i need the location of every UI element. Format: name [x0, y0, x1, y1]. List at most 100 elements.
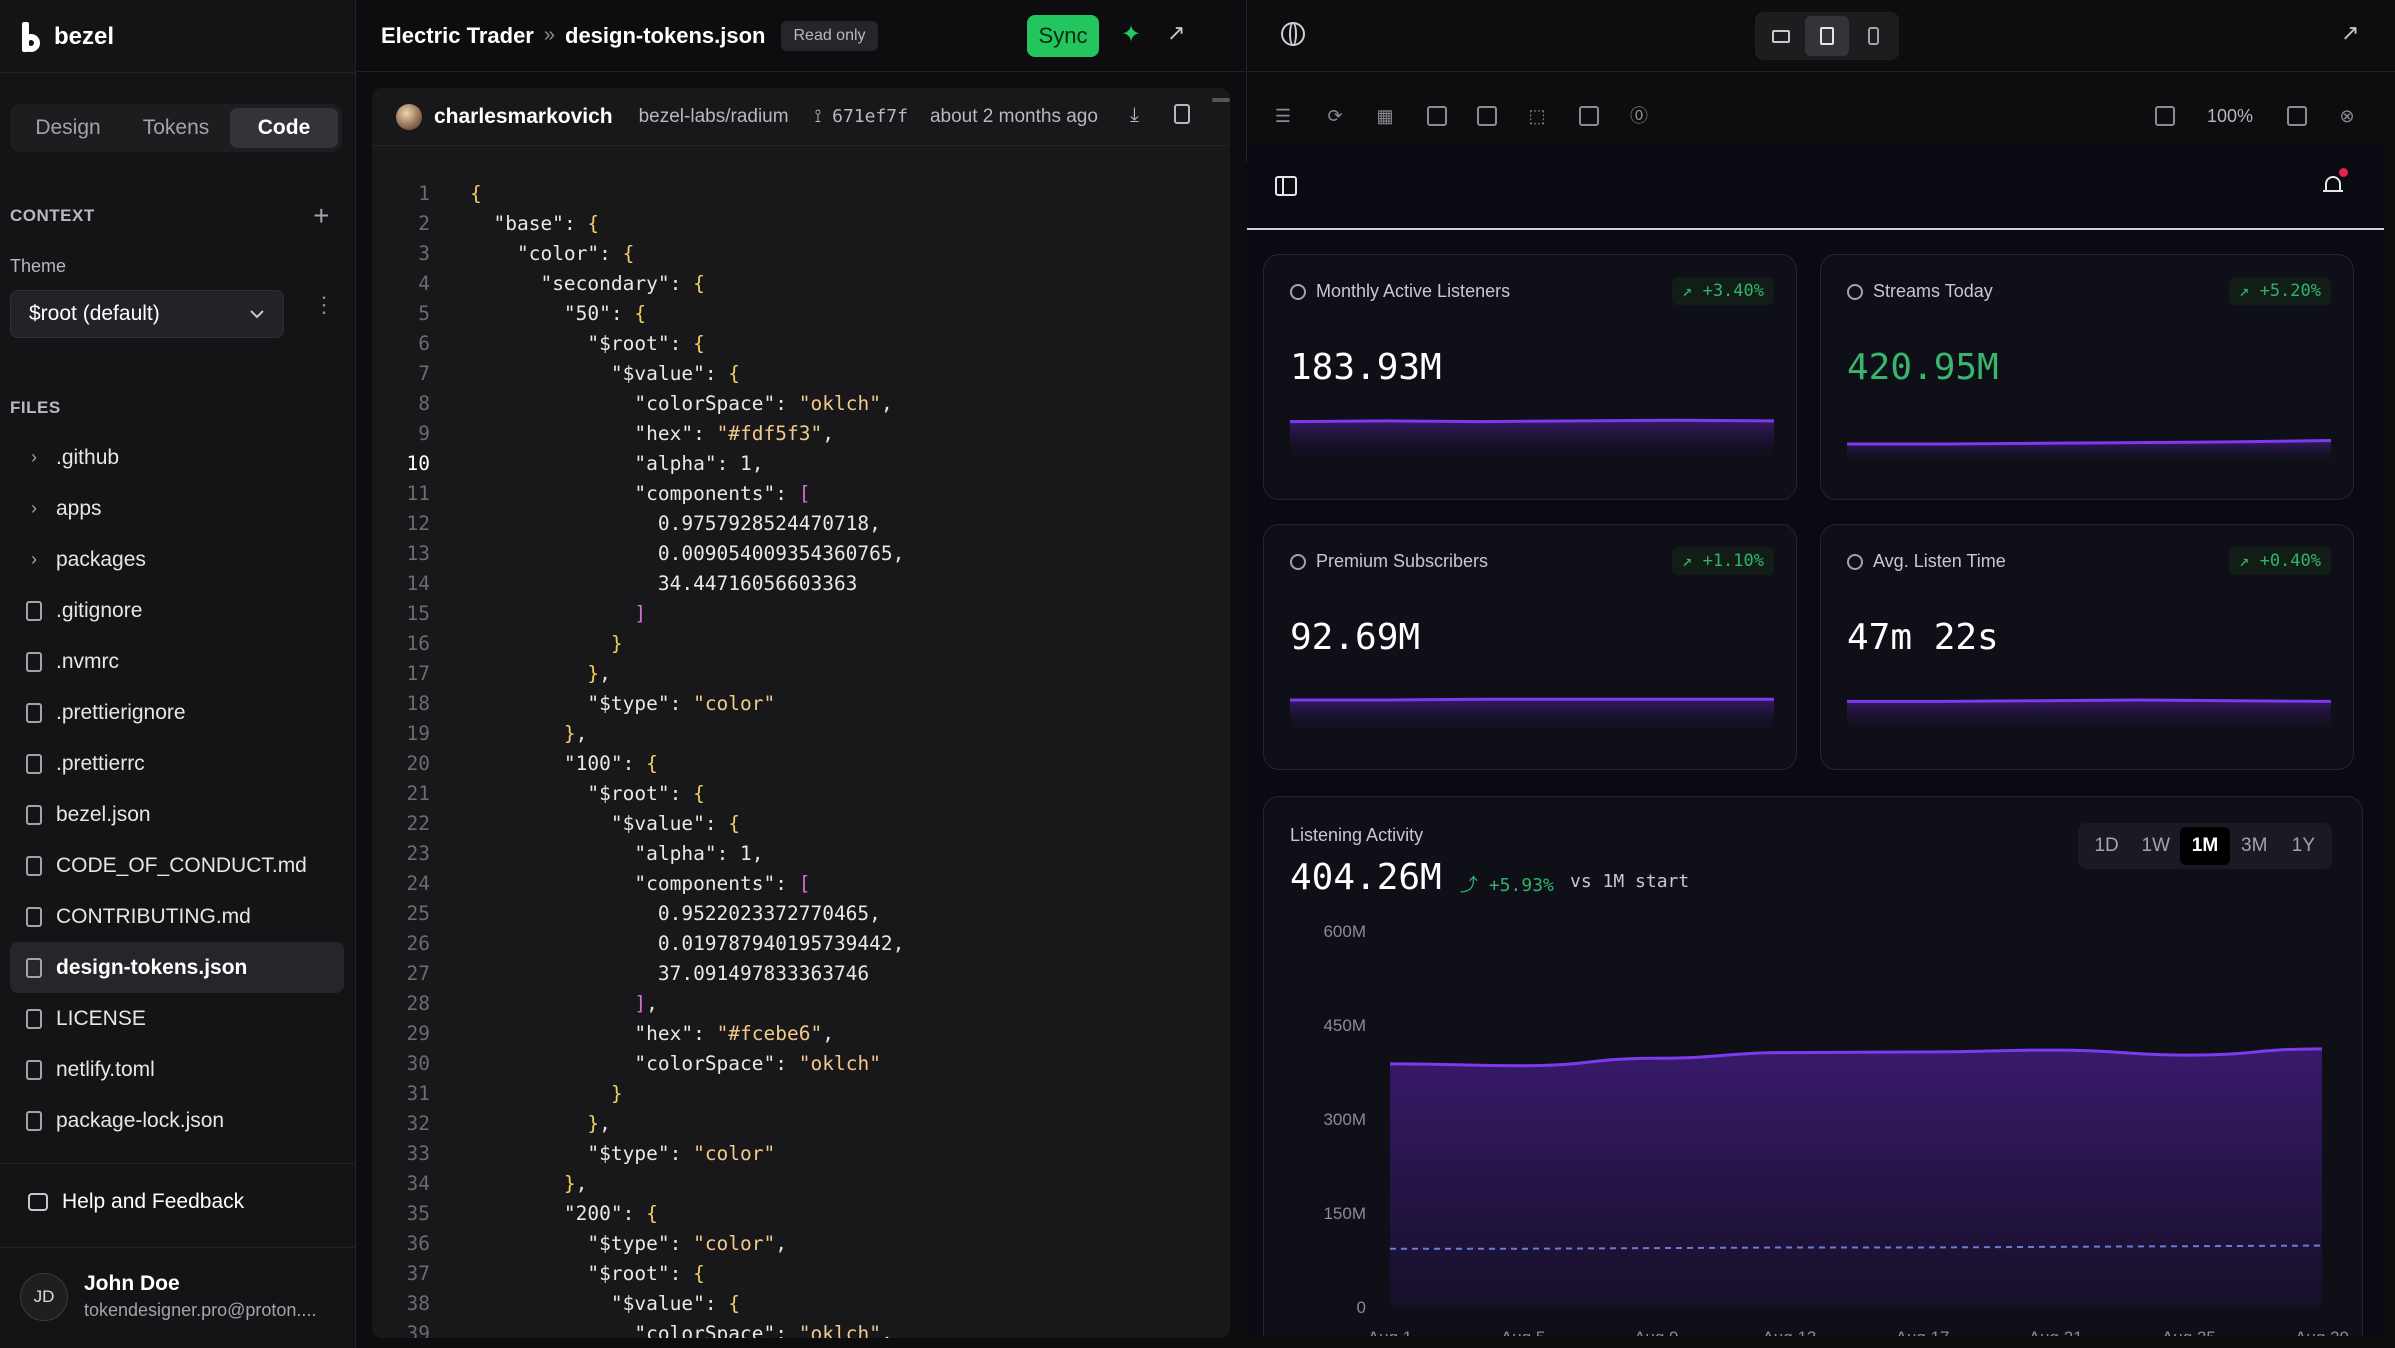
file-tree-item[interactable]: › apps	[10, 483, 344, 534]
activity-chart: 600M 450M 300M 150M 0 Aug 1 Aug 5 Aug 9 Aug 13 Au…	[1323, 922, 2348, 1336]
stat-title: Premium Subscribers	[1290, 551, 1488, 572]
help-feedback-button[interactable]: Help and Feedback	[28, 1190, 244, 1214]
code-line: 8 "colorSpace": "oklch",	[372, 388, 1230, 418]
code-text: 0.9522023372770465,	[657, 901, 881, 925]
code-line: 21 "$root": {	[372, 778, 1230, 808]
activity-delta-value: +5.93%	[1488, 875, 1554, 896]
sidebar-toggle-icon[interactable]	[1275, 176, 1297, 196]
globe-icon[interactable]	[1281, 22, 1305, 46]
tab-design[interactable]: Design	[14, 108, 122, 148]
sync-button[interactable]: Sync	[1027, 15, 1099, 57]
line-number: 31	[406, 1081, 430, 1105]
line-number: 28	[406, 991, 430, 1015]
fit-screen-icon[interactable]	[2155, 106, 2175, 126]
editor-header: Electric Trader » design-tokens.json Rea…	[357, 0, 1245, 72]
add-context-button[interactable]: +	[313, 202, 330, 230]
code-text: },	[563, 1171, 588, 1195]
file-tree-item[interactable]: .gitignore	[10, 585, 344, 636]
code-text: "secondary": {	[540, 271, 705, 295]
file-tree-item[interactable]: CONTRIBUTING.md	[10, 891, 344, 942]
file-tree-item[interactable]: .prettierignore	[10, 687, 344, 738]
line-number: 19	[406, 721, 430, 745]
device-switcher	[1755, 12, 1899, 60]
stat-value: 47m 22s	[1847, 617, 1999, 658]
code-line: 1{	[372, 178, 1230, 208]
code-line: 16 }	[372, 628, 1230, 658]
bell-icon[interactable]	[2323, 174, 2343, 196]
accessibility-icon[interactable]: ⓪	[1629, 106, 1649, 126]
commit-repo[interactable]: bezel-labs/radium	[639, 106, 789, 128]
device-desktop-button[interactable]	[1759, 16, 1803, 56]
copy-icon[interactable]	[1174, 104, 1190, 124]
file-tree-item[interactable]: LICENSE	[10, 993, 344, 1044]
component-icon[interactable]	[1579, 106, 1599, 126]
code-line: 30 "colorSpace": "oklch"	[372, 1048, 1230, 1078]
layout-icon[interactable]	[1477, 106, 1497, 126]
close-icon[interactable]: ⊗	[2337, 106, 2357, 126]
user-name: John Doe	[84, 1272, 180, 1295]
tab-code[interactable]: Code	[230, 108, 338, 148]
code-content[interactable]: 1{2 "base": {3 "color": {4 "secondary": …	[372, 178, 1230, 1339]
file-tree-item[interactable]: .nvmrc	[10, 636, 344, 687]
line-number: 33	[406, 1141, 430, 1165]
scrollbar[interactable]	[1212, 98, 1230, 102]
file-tree-item[interactable]: › .github	[10, 432, 344, 483]
commit-bar: charlesmarkovich bezel-labs/radium ⟟ 671…	[372, 88, 1230, 146]
external-link-icon[interactable]: ↗	[2341, 20, 2359, 46]
line-number: 26	[406, 931, 430, 955]
sparkle-icon[interactable]: ✦	[1121, 20, 1141, 49]
context-label: CONTEXT	[10, 206, 95, 225]
select-frame-icon[interactable]: ⬚	[1527, 106, 1547, 126]
image-icon[interactable]	[1427, 106, 1447, 126]
code-text: "$type": "color",	[587, 1231, 788, 1255]
panel-icon[interactable]	[2287, 106, 2307, 126]
grid-icon[interactable]: ▦	[1375, 106, 1395, 126]
file-tree-item[interactable]: package-lock.json	[10, 1095, 344, 1146]
range-tab[interactable]: 1Y	[2279, 827, 2328, 865]
commit-hash[interactable]: ⟟ 671ef7f	[815, 106, 908, 127]
code-line: 29 "hex": "#fcebe6",	[372, 1018, 1230, 1048]
device-tablet-button[interactable]	[1805, 16, 1849, 56]
range-tab[interactable]: 1M	[2180, 827, 2230, 865]
external-link-icon[interactable]: ↗	[1167, 20, 1185, 46]
range-tab[interactable]: 1W	[2131, 827, 2180, 865]
file-tree-item[interactable]: bezel.json	[10, 789, 344, 840]
x-tick-label: Aug 5	[1501, 1328, 1545, 1336]
refresh-icon[interactable]: ⟳	[1325, 106, 1345, 126]
file-tree-item[interactable]: netlify.toml	[10, 1044, 344, 1095]
tab-tokens[interactable]: Tokens	[122, 108, 230, 148]
code-text: ]	[634, 601, 647, 625]
stat-sparkline	[1290, 697, 1774, 735]
commit-author[interactable]: charlesmarkovich	[434, 105, 613, 129]
range-tab[interactable]: 3M	[2230, 827, 2279, 865]
code-line: 4 "secondary": {	[372, 268, 1230, 298]
breadcrumb-file: design-tokens.json	[565, 22, 766, 48]
stat-title: Monthly Active Listeners	[1290, 281, 1510, 302]
stat-sparkline	[1847, 439, 2331, 465]
file-tree-item[interactable]: design-tokens.json	[10, 942, 344, 993]
file-tree-item[interactable]: › packages	[10, 534, 344, 585]
zoom-level[interactable]: 100%	[2207, 106, 2253, 127]
range-tab[interactable]: 1D	[2082, 827, 2131, 865]
file-tree-item[interactable]: .prettierrc	[10, 738, 344, 789]
theme-select[interactable]: $root (default)	[10, 290, 284, 338]
breadcrumb-separator: »	[543, 24, 555, 46]
device-mobile-button[interactable]	[1851, 16, 1895, 56]
download-icon[interactable]: ⤓	[1130, 104, 1139, 127]
code-text: "$type": "color"	[587, 1141, 776, 1165]
help-icon	[28, 1193, 48, 1211]
file-icon	[26, 1059, 42, 1080]
listening-activity-card: Listening Activity 404.26M ⤴ +5.93% vs 1…	[1263, 796, 2363, 1336]
code-line: 35 "200": {	[372, 1198, 1230, 1228]
user-email: tokendesigner.pro@proton....	[84, 1300, 317, 1320]
menu-icon[interactable]: ☰	[1273, 106, 1293, 126]
brand[interactable]: bezel	[20, 20, 114, 54]
code-text: "$root": {	[587, 331, 705, 355]
user-menu[interactable]: JD John Doe tokendesigner.pro@proton....	[20, 1272, 354, 1321]
more-vertical-icon[interactable]: ⋮	[313, 294, 335, 316]
code-line: 20 "100": {	[372, 748, 1230, 778]
line-number: 36	[406, 1231, 430, 1255]
file-tree-item[interactable]: CODE_OF_CONDUCT.md	[10, 840, 344, 891]
breadcrumb-project[interactable]: Electric Trader	[381, 23, 534, 49]
code-line: 17 },	[372, 658, 1230, 688]
